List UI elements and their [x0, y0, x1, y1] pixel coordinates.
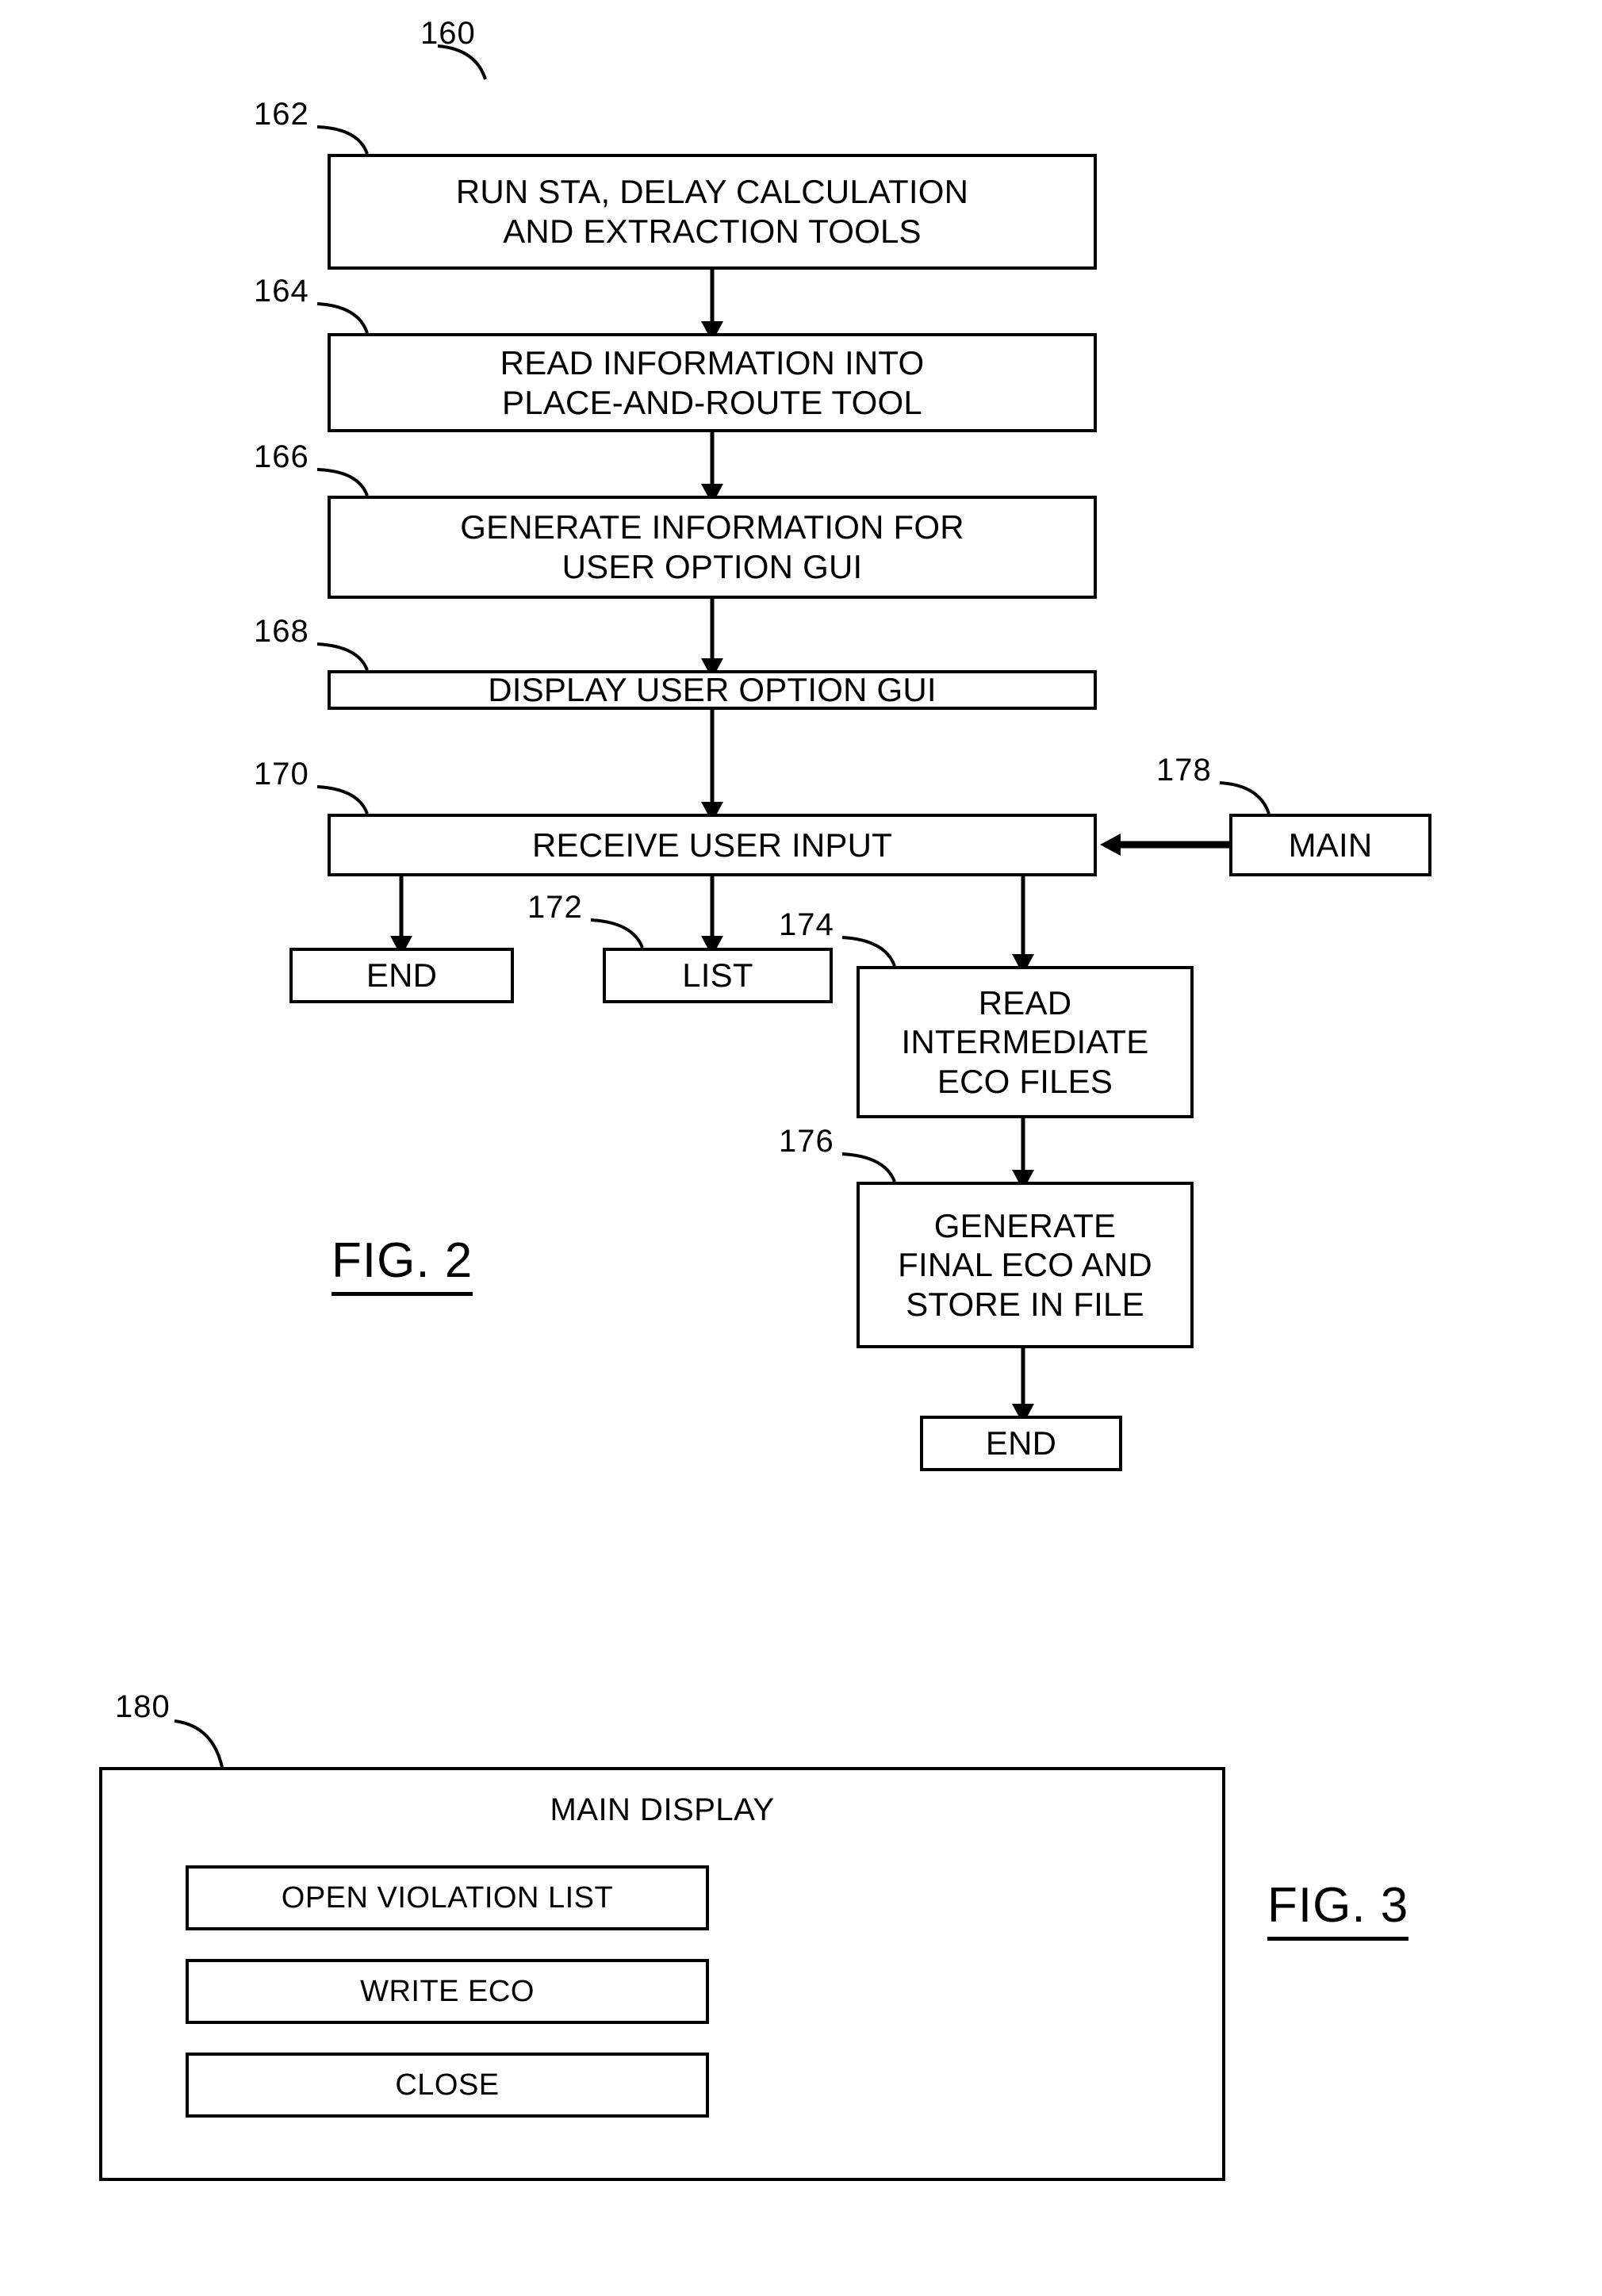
- patent-figure-sheet: 160 162 164 166 168 170 178 172 174 176 …: [0, 0, 1602, 2296]
- process-box-read-information-label: READ INFORMATION INTO PLACE-AND-ROUTE TO…: [500, 343, 925, 421]
- open-violation-list-button-label: OPEN VIOLATION LIST: [281, 1880, 614, 1915]
- close-button[interactable]: CLOSE: [186, 2053, 709, 2118]
- process-box-read-information: READ INFORMATION INTO PLACE-AND-ROUTE TO…: [328, 333, 1097, 432]
- terminator-box-end-bottom: END: [920, 1416, 1122, 1471]
- reference-numeral-176: 176: [779, 1124, 834, 1159]
- figure-caption-fig2: FIG. 2: [332, 1232, 473, 1296]
- write-eco-button-label: WRITE ECO: [360, 1974, 535, 2008]
- terminator-box-end-bottom-label: END: [985, 1424, 1057, 1462]
- main-display-title: MAIN DISPLAY: [550, 1792, 775, 1827]
- close-button-label: CLOSE: [395, 2068, 500, 2102]
- process-box-read-intermediate-eco-files: READ INTERMEDIATE ECO FILES: [857, 966, 1194, 1118]
- process-box-read-intermediate-eco-files-label: READ INTERMEDIATE ECO FILES: [901, 983, 1149, 1100]
- reference-numeral-174: 174: [779, 907, 834, 942]
- process-box-main-label: MAIN: [1288, 826, 1373, 864]
- reference-numeral-166: 166: [254, 439, 309, 474]
- process-box-run-sta-label: RUN STA, DELAY CALCULATION AND EXTRACTIO…: [455, 173, 969, 250]
- process-box-receive-user-input: RECEIVE USER INPUT: [328, 814, 1097, 876]
- write-eco-button[interactable]: WRITE ECO: [186, 1959, 709, 2024]
- process-box-display-gui-label: DISPLAY USER OPTION GUI: [488, 671, 937, 709]
- figure-caption-fig3: FIG. 3: [1267, 1877, 1409, 1941]
- process-box-display-gui: DISPLAY USER OPTION GUI: [328, 670, 1097, 710]
- reference-numeral-168: 168: [254, 614, 309, 649]
- process-box-list-label: LIST: [682, 956, 753, 995]
- process-box-receive-user-input-label: RECEIVE USER INPUT: [531, 826, 892, 864]
- open-violation-list-button[interactable]: OPEN VIOLATION LIST: [186, 1865, 709, 1930]
- reference-numeral-180: 180: [115, 1689, 171, 1724]
- process-box-generate-final-eco-label: GENERATE FINAL ECO AND STORE IN FILE: [898, 1206, 1152, 1323]
- process-box-list: LIST: [603, 948, 833, 1003]
- process-box-generate-information-label: GENERATE INFORMATION FOR USER OPTION GUI: [460, 508, 964, 585]
- terminator-box-end-left: END: [289, 948, 514, 1003]
- reference-numeral-178: 178: [1156, 753, 1212, 788]
- reference-numeral-170: 170: [254, 757, 309, 792]
- reference-numeral-160: 160: [420, 16, 476, 51]
- process-box-run-sta: RUN STA, DELAY CALCULATION AND EXTRACTIO…: [328, 154, 1097, 270]
- reference-numeral-162: 162: [254, 97, 309, 132]
- process-box-main: MAIN: [1229, 814, 1431, 876]
- reference-numeral-164: 164: [254, 274, 309, 309]
- process-box-generate-information: GENERATE INFORMATION FOR USER OPTION GUI: [328, 496, 1097, 599]
- process-box-generate-final-eco: GENERATE FINAL ECO AND STORE IN FILE: [857, 1182, 1194, 1348]
- terminator-box-end-left-label: END: [366, 956, 438, 995]
- reference-numeral-172: 172: [527, 890, 583, 925]
- main-display-panel: MAIN DISPLAY OPEN VIOLATION LIST WRITE E…: [99, 1767, 1225, 2181]
